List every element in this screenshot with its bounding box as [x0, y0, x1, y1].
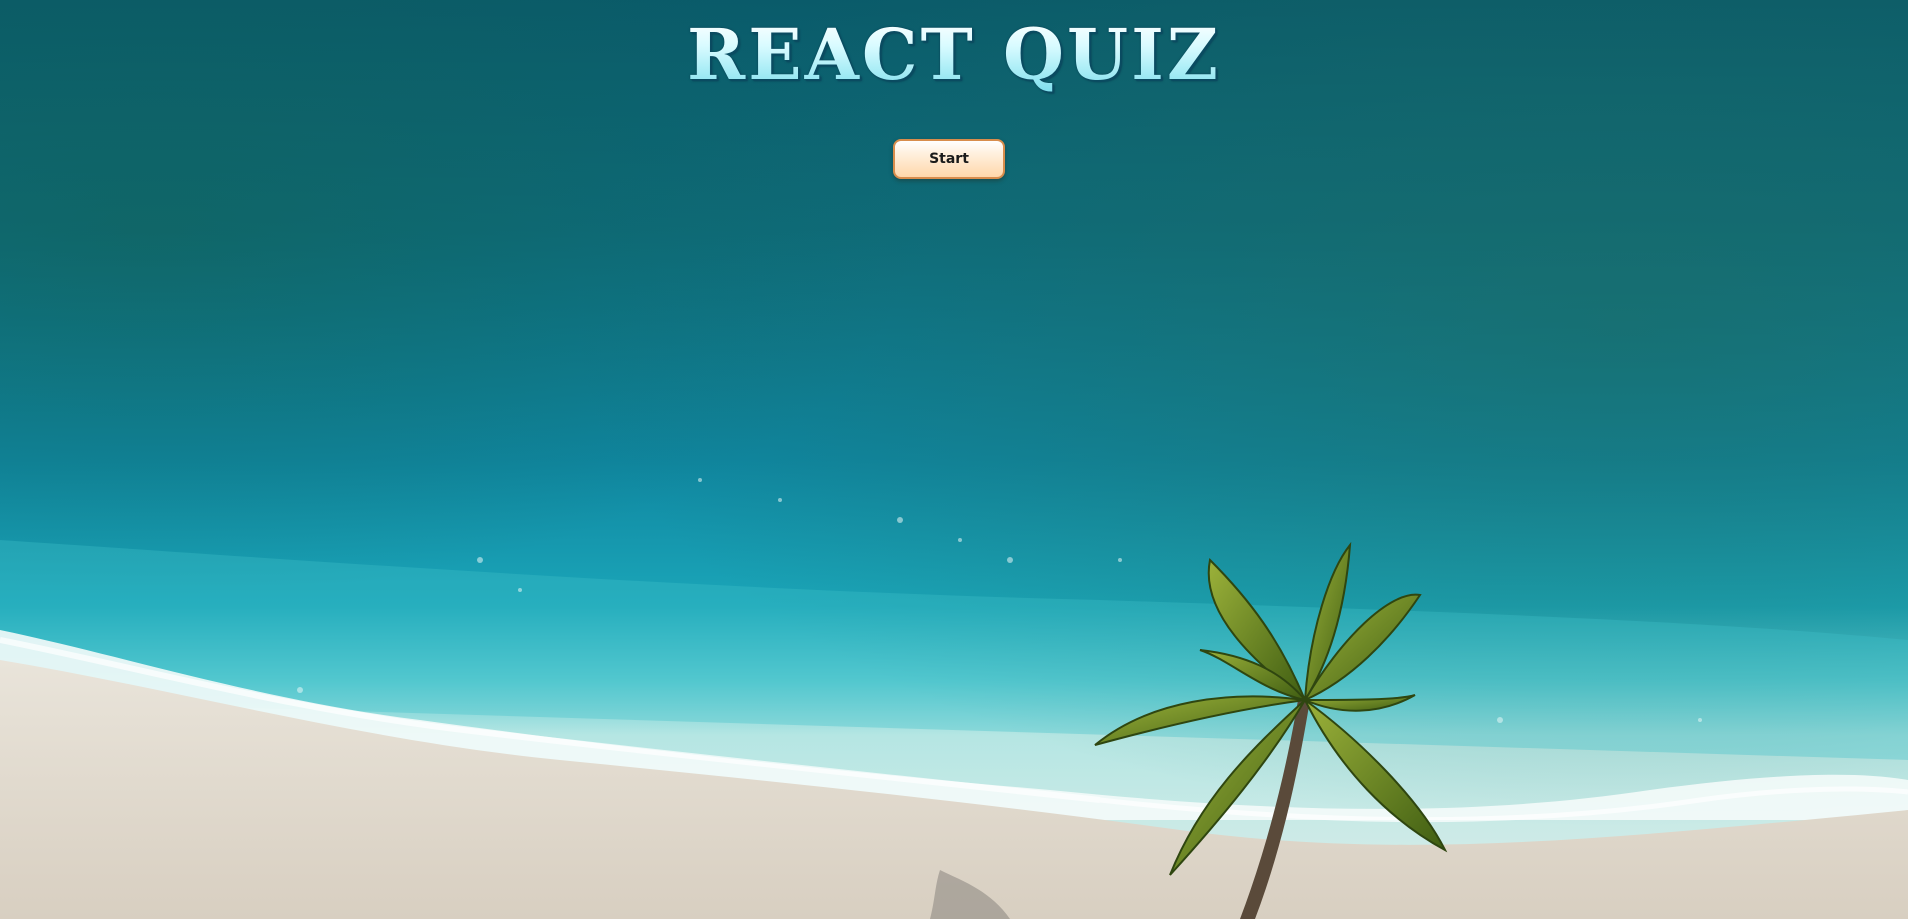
- start-button[interactable]: Start: [893, 139, 1005, 179]
- page-title: React Quiz: [0, 18, 1908, 92]
- quiz-app: React Quiz Start: [0, 0, 1908, 919]
